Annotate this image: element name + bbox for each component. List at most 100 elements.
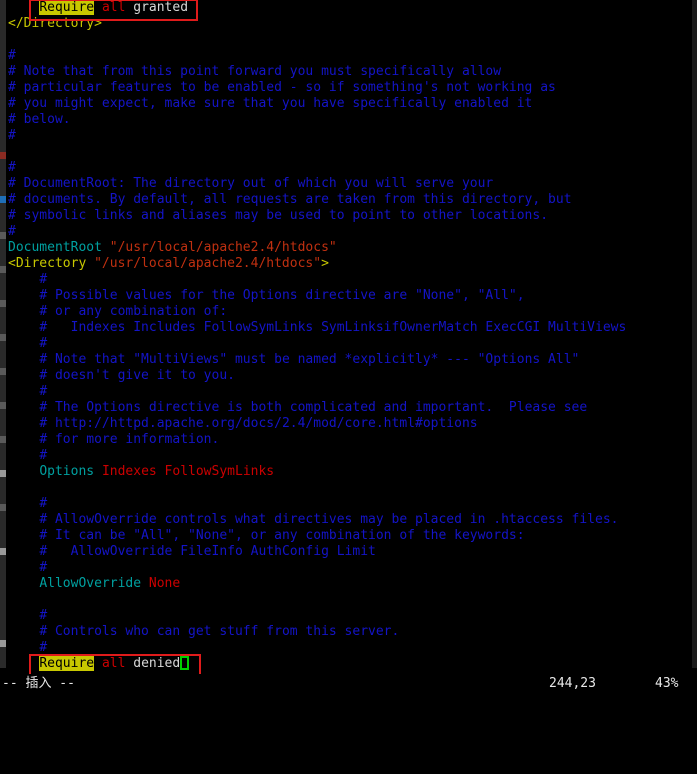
editor-line[interactable]: #: [8, 272, 697, 288]
code-token-comment: # for more information.: [39, 432, 220, 447]
background-window-sliver: [0, 0, 6, 668]
editor-line[interactable]: #: [8, 336, 697, 352]
code-token-comment: #: [39, 560, 48, 575]
code-token-comment: # Note that "MultiViews" must be named *…: [39, 352, 580, 367]
code-token-string: "/usr/local/apache2.4/htdocs": [109, 240, 337, 255]
editor-line[interactable]: # for more information.: [8, 432, 697, 448]
editor-line[interactable]: # below.: [8, 112, 697, 128]
code-token-comment: # doesn't give it to you.: [39, 368, 235, 383]
editor-line[interactable]: # AllowOverride FileInfo AuthConfig Limi…: [8, 544, 697, 560]
code-token-comment: #: [8, 48, 16, 63]
code-token-comment: # documents. By default, all requests ar…: [8, 192, 572, 207]
code-token-comment: #: [8, 128, 16, 143]
code-token-keyword: all: [101, 0, 126, 15]
editor-line[interactable]: DocumentRoot "/usr/local/apache2.4/htdoc…: [8, 240, 697, 256]
editor-line[interactable]: Require all granted: [8, 0, 697, 16]
editor-line[interactable]: # doesn't give it to you.: [8, 368, 697, 384]
code-token-comment: # Note that from this point forward you …: [8, 64, 502, 79]
search-match: Require: [39, 0, 95, 15]
code-token-comment: # below.: [8, 112, 71, 127]
code-token-comment: #: [39, 384, 48, 399]
cursor-position-indicator: 244,23: [549, 676, 596, 691]
code-token-plain: denied: [125, 656, 181, 671]
editor-line[interactable]: #: [8, 608, 697, 624]
editor-line[interactable]: #: [8, 48, 697, 64]
code-token-directive: AllowOverride: [39, 576, 142, 591]
editor-line[interactable]: Require all denied: [8, 656, 697, 672]
editor-line[interactable]: #: [8, 160, 697, 176]
scroll-percent-indicator: 43%: [655, 676, 679, 691]
code-token-directive: Options: [39, 464, 95, 479]
code-token-plain: granted: [125, 0, 189, 15]
code-token-comment: # Indexes Includes FollowSymLinks SymLin…: [39, 320, 627, 335]
vim-status-line: -- 插入 -- 244,23 43%: [0, 674, 697, 694]
editor-line[interactable]: #: [8, 640, 697, 656]
editor-line[interactable]: # Controls who can get stuff from this s…: [8, 624, 697, 640]
editor-line[interactable]: # AllowOverride controls what directives…: [8, 512, 697, 528]
code-token-tag: </Directory>: [8, 16, 102, 31]
editor-line[interactable]: #: [8, 224, 697, 240]
editor-line[interactable]: # particular features to be enabled - so…: [8, 80, 697, 96]
editor-line[interactable]: </Directory>: [8, 16, 697, 32]
code-token-comment: #: [8, 224, 16, 239]
editor-line[interactable]: # symbolic links and aliases may be used…: [8, 208, 697, 224]
code-token-comment: #: [39, 608, 48, 623]
editor-line[interactable]: # documents. By default, all requests ar…: [8, 192, 697, 208]
editor-line[interactable]: AllowOverride None: [8, 576, 697, 592]
editor-line[interactable]: #: [8, 560, 697, 576]
editor-line[interactable]: # Note that from this point forward you …: [8, 64, 697, 80]
editor-line[interactable]: # or any combination of:: [8, 304, 697, 320]
editor-line-blank[interactable]: [8, 32, 697, 48]
editor-line-blank[interactable]: [8, 144, 697, 160]
code-token-comment: # particular features to be enabled - so…: [8, 80, 556, 95]
editor-line[interactable]: # The Options directive is both complica…: [8, 400, 697, 416]
code-token-tag: <Directory: [8, 256, 95, 271]
editor-line[interactable]: # It can be "All", "None", or any combin…: [8, 528, 697, 544]
editor-line[interactable]: # Possible values for the Options direct…: [8, 288, 697, 304]
editor-line[interactable]: #: [8, 448, 697, 464]
editor-line[interactable]: # Note that "MultiViews" must be named *…: [8, 352, 697, 368]
code-token-comment: #: [39, 496, 48, 511]
editor-line[interactable]: # http://httpd.apache.org/docs/2.4/mod/c…: [8, 416, 697, 432]
editor-line[interactable]: # Indexes Includes FollowSymLinks SymLin…: [8, 320, 697, 336]
editor-line[interactable]: #: [8, 128, 697, 144]
terminal-window: Require all granted </Directory> # # Note …: [0, 0, 697, 694]
editor-line-blank[interactable]: [8, 592, 697, 608]
code-token-comment: #: [8, 160, 16, 175]
editor-line[interactable]: #: [8, 384, 697, 400]
code-token-keyword: None: [148, 576, 181, 591]
editor-line[interactable]: # DocumentRoot: The directory out of whi…: [8, 176, 697, 192]
text-cursor: [180, 656, 190, 670]
code-token-comment: # DocumentRoot: The directory out of whi…: [8, 176, 494, 191]
editor-line[interactable]: <Directory "/usr/local/apache2.4/htdocs"…: [8, 256, 697, 272]
editor-line-blank[interactable]: [8, 480, 697, 496]
editor-buffer[interactable]: Require all granted </Directory> # # Note …: [8, 0, 697, 671]
code-token-comment: # you might expect, make sure that you h…: [8, 96, 533, 111]
code-token-comment: # Possible values for the Options direct…: [39, 288, 525, 303]
editor-line[interactable]: #: [8, 496, 697, 512]
code-token-directive: DocumentRoot: [8, 240, 102, 255]
editor-line[interactable]: # you might expect, make sure that you h…: [8, 96, 697, 112]
editor-line[interactable]: Options Indexes FollowSymLinks: [8, 464, 697, 480]
